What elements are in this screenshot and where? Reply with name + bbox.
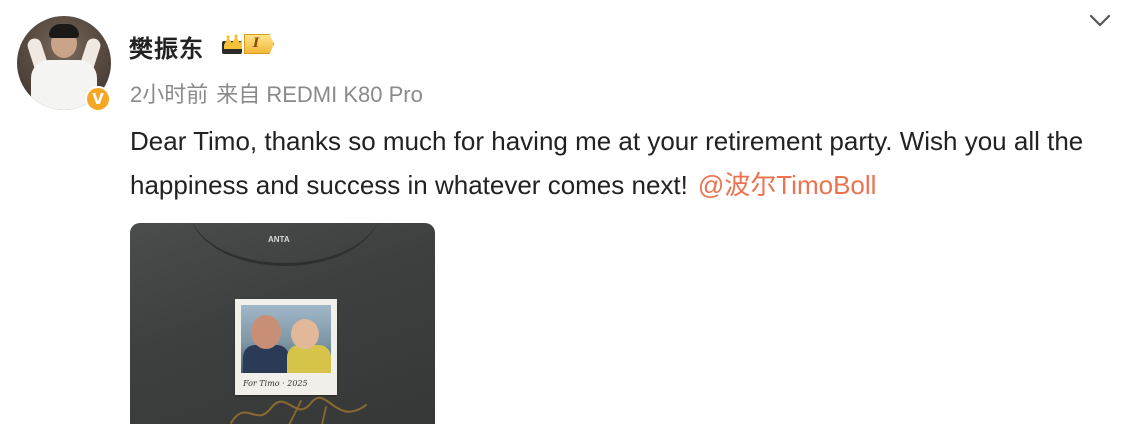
weibo-post: V 樊振东 I 2小时前 来自 REDMI K80 Pro Dear Timo, …: [0, 0, 1139, 424]
mention-link[interactable]: @波尔TimoBoll: [698, 170, 877, 200]
polaroid-caption: For Timo · 2025: [243, 379, 308, 388]
tshirt-brand-logo: ANTA: [268, 235, 290, 244]
post-image[interactable]: ANTA For Timo · 2025: [130, 223, 435, 424]
post-source: 来自 REDMI K80 Pro: [216, 82, 423, 107]
tshirt-collar: [190, 223, 380, 266]
person-right-face: [291, 319, 319, 349]
avatar-hair: [49, 24, 79, 38]
post-time[interactable]: 2小时前: [130, 82, 208, 107]
post-text: Dear Timo, thanks so much for having me …: [130, 126, 1084, 200]
post-content: Dear Timo, thanks so much for having me …: [130, 119, 1120, 207]
author-name[interactable]: 樊振东: [129, 29, 204, 64]
person-left-body: [243, 345, 289, 373]
verified-icon: V: [85, 86, 111, 112]
chevron-down-icon[interactable]: [1088, 12, 1112, 30]
level-badge-label: I: [244, 34, 275, 54]
person-right-body: [287, 345, 331, 373]
level-badge[interactable]: I: [220, 32, 275, 56]
polaroid-photo: [241, 305, 331, 373]
signature-scribble: [230, 396, 367, 424]
crown-icon: [222, 34, 242, 54]
person-left-face: [251, 315, 281, 349]
polaroid-print: For Timo · 2025: [235, 299, 337, 395]
post-meta: 2小时前 来自 REDMI K80 Pro: [130, 77, 423, 109]
